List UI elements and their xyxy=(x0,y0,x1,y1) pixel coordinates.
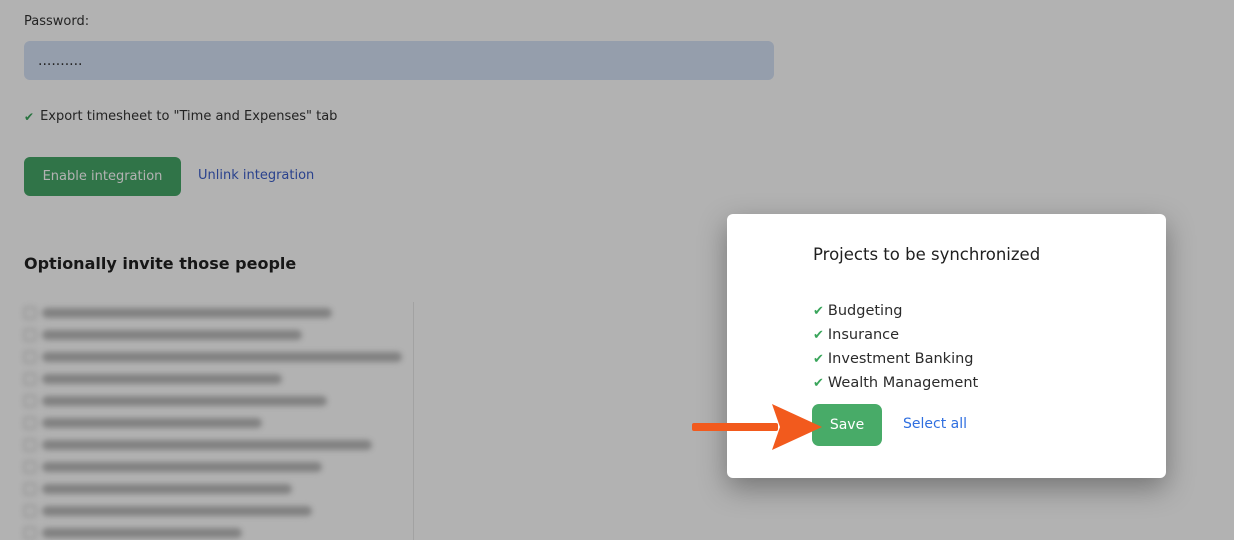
project-label: Wealth Management xyxy=(827,375,979,391)
checkmark-icon: ✔ xyxy=(813,375,824,391)
checkmark-icon: ✔ xyxy=(813,327,824,343)
project-label: Insurance xyxy=(827,327,900,343)
checkmark-icon: ✔ xyxy=(813,303,824,319)
project-checkbox-insurance[interactable]: ✔ Insurance xyxy=(813,323,978,347)
project-label: Investment Banking xyxy=(827,351,974,367)
project-checkbox-budgeting[interactable]: ✔ Budgeting xyxy=(813,299,978,323)
projects-checklist: ✔ Budgeting ✔ Insurance ✔ Investment Ban… xyxy=(813,299,978,395)
project-checkbox-wealth-management[interactable]: ✔ Wealth Management xyxy=(813,371,978,395)
project-label: Budgeting xyxy=(827,303,903,319)
checkmark-icon: ✔ xyxy=(813,351,824,367)
project-checkbox-investment-banking[interactable]: ✔ Investment Banking xyxy=(813,347,978,371)
dialog-title: Projects to be synchronized xyxy=(813,245,1041,264)
select-all-link[interactable]: Select all xyxy=(903,416,967,432)
save-button[interactable]: Save xyxy=(812,404,882,446)
arrow-right-icon xyxy=(692,404,822,450)
